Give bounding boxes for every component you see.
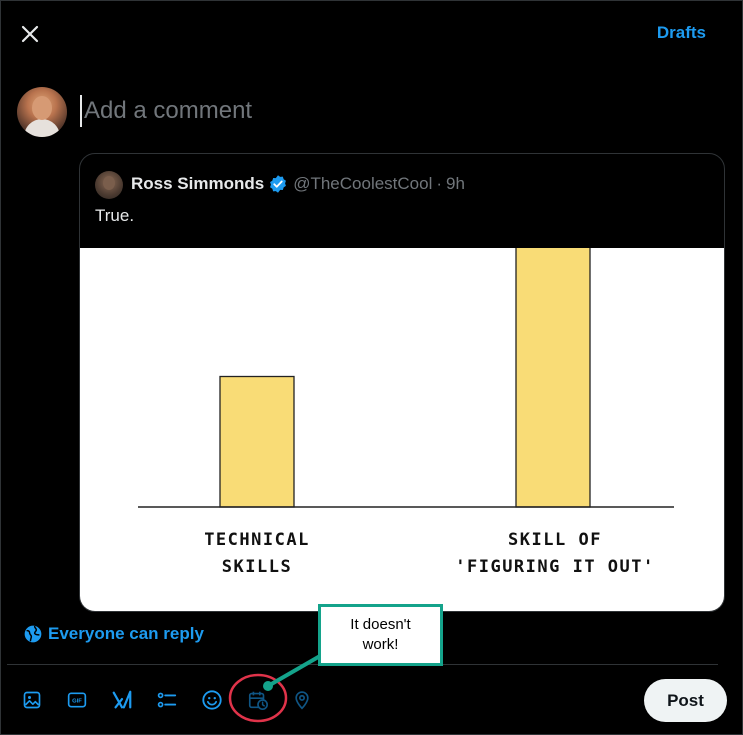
- reply-setting-button[interactable]: Everyone can reply: [23, 624, 204, 644]
- gif-icon-text: GIF: [72, 699, 82, 705]
- quoted-author-handle[interactable]: @TheCoolestCool: [293, 174, 432, 194]
- quoted-author-avatar[interactable]: [95, 171, 123, 199]
- schedule-icon: [248, 691, 268, 710]
- emoji-icon: [202, 690, 222, 710]
- composer-toolbar: GIF: [0, 680, 743, 720]
- poll-icon: [157, 692, 177, 708]
- quoted-author-name[interactable]: Ross Simmonds: [131, 174, 264, 194]
- comment-input[interactable]: Add a comment: [80, 95, 684, 127]
- annotation-callout: It doesn't work!: [318, 604, 443, 666]
- schedule-button[interactable]: [241, 680, 275, 720]
- verified-badge-icon: [268, 174, 288, 194]
- grok-button[interactable]: [105, 680, 139, 720]
- gif-icon: GIF: [67, 692, 87, 708]
- globe-icon: [24, 625, 42, 643]
- media-button[interactable]: [15, 680, 49, 720]
- location-icon: [295, 691, 309, 710]
- category-label-2-line-2: 'FIGURING IT OUT': [455, 557, 655, 577]
- category-label-1-line-2: SKILLS: [222, 557, 292, 577]
- post-button[interactable]: Post: [644, 679, 727, 722]
- media-icon: [23, 691, 41, 709]
- quoted-post-image[interactable]: TECHNICAL SKILLS SKILL OF 'FIGURING IT OUT': [80, 248, 724, 611]
- quoted-post-time[interactable]: 9h: [446, 174, 465, 194]
- user-avatar[interactable]: [17, 87, 67, 137]
- quoted-post[interactable]: Ross Simmonds @TheCoolestCool · 9h True.…: [79, 153, 725, 612]
- location-button[interactable]: [285, 680, 319, 720]
- bar-1: [219, 375, 295, 508]
- bar-2: [515, 248, 591, 508]
- grok-icon: [112, 690, 132, 709]
- category-label-1-line-1: TECHNICAL: [204, 530, 310, 550]
- emoji-button[interactable]: [195, 680, 229, 720]
- annotation-callout-text: It doesn't work!: [350, 616, 411, 653]
- poll-button[interactable]: [150, 680, 184, 720]
- quoted-post-header: Ross Simmonds @TheCoolestCool · 9h: [131, 174, 465, 194]
- close-button[interactable]: [12, 16, 48, 52]
- reply-setting-label: Everyone can reply: [48, 624, 204, 643]
- quoted-post-text: True.: [95, 206, 135, 225]
- gif-button[interactable]: GIF: [60, 680, 94, 720]
- drafts-button[interactable]: Drafts: [657, 23, 706, 43]
- category-label-2-line-1: SKILL OF: [508, 530, 602, 550]
- close-icon: [21, 25, 39, 43]
- separator-dot: ·: [436, 174, 443, 193]
- comment-placeholder: Add a comment: [84, 97, 253, 124]
- bar-chart: TECHNICAL SKILLS SKILL OF 'FIGURING IT OUT': [138, 248, 674, 577]
